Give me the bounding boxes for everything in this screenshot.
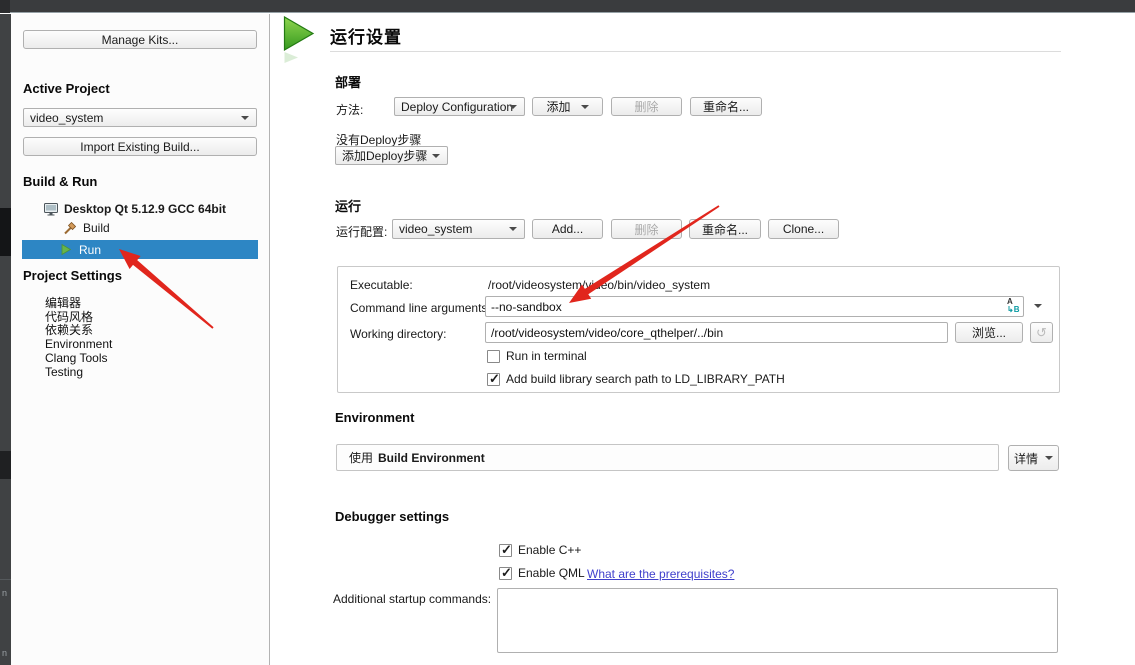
enable-cpp-checkbox[interactable]	[499, 544, 512, 557]
mode-button-secondary[interactable]	[0, 451, 11, 479]
startup-commands-textarea[interactable]	[497, 588, 1058, 653]
project-settings-list: 编辑器代码风格依赖关系EnvironmentClang ToolsTesting	[45, 297, 112, 379]
top-bar-corner	[0, 0, 10, 13]
run-in-terminal-label: Run in terminal	[506, 349, 587, 363]
deploy-add-button[interactable]: 添加	[532, 97, 603, 116]
deploy-add-label: 添加	[546, 98, 570, 115]
strip-text-fragment: n	[2, 649, 7, 658]
chevron-down-icon	[241, 116, 249, 120]
chevron-down-icon	[581, 105, 589, 109]
reset-icon: ↺	[1036, 325, 1047, 341]
library-path-row: Add build library search path to LD_LIBR…	[487, 372, 785, 386]
startup-commands-label: Additional startup commands:	[333, 592, 491, 606]
browse-button[interactable]: 浏览...	[955, 322, 1023, 343]
window-top-bar	[0, 0, 1135, 13]
project-sidebar: Manage Kits... Active Project video_syst…	[11, 14, 270, 665]
deploy-rename-button[interactable]: 重命名...	[690, 97, 762, 116]
chevron-down-icon	[509, 227, 517, 231]
strip-divider	[0, 579, 11, 580]
debugger-section-header: Debugger settings	[335, 509, 449, 524]
enable-cpp-row: Enable C++	[499, 543, 581, 557]
play-icon	[61, 244, 71, 255]
active-mode-button[interactable]	[0, 208, 11, 256]
chevron-down-icon	[1045, 456, 1053, 460]
chevron-down-icon	[509, 105, 517, 109]
working-dir-input[interactable]	[485, 322, 948, 343]
environment-summary-bar: 使用 Build Environment	[336, 444, 999, 471]
run-item-label: Run	[79, 243, 101, 257]
sidebar-item-build[interactable]: Build	[63, 221, 110, 235]
sidebar-item-project-setting[interactable]: Clang Tools	[45, 352, 112, 366]
build-item-label: Build	[83, 221, 110, 235]
enable-qml-checkbox[interactable]	[499, 567, 512, 580]
manage-kits-button[interactable]: Manage Kits...	[23, 30, 257, 49]
library-path-label: Add build library search path to LD_LIBR…	[506, 372, 785, 386]
arguments-expand-icon[interactable]	[1034, 304, 1042, 308]
monitor-icon	[44, 203, 58, 216]
executable-value: /root/videosystem/video/bin/video_system	[488, 278, 710, 292]
strip-text-fragment: n	[2, 589, 7, 598]
active-project-header: Active Project	[23, 81, 110, 96]
deploy-delete-button[interactable]: 删除	[611, 97, 682, 116]
title-underline	[330, 51, 1061, 52]
kit-item-desktop-qt[interactable]: Desktop Qt 5.12.9 GCC 64bit	[44, 202, 226, 216]
library-path-checkbox[interactable]	[487, 373, 500, 386]
working-dir-label: Working directory:	[350, 327, 446, 341]
add-deploy-step-label: 添加Deploy步骤	[342, 147, 427, 164]
hammer-icon	[63, 222, 76, 235]
deploy-method-combo-value: Deploy Configuration	[401, 100, 513, 114]
active-project-combo-value: video_system	[30, 111, 103, 125]
run-rename-button[interactable]: 重命名...	[689, 219, 761, 239]
kit-name-label: Desktop Qt 5.12.9 GCC 64bit	[64, 202, 226, 216]
run-in-terminal-checkbox[interactable]	[487, 350, 500, 363]
deploy-section-header: 部署	[335, 72, 361, 91]
executable-label: Executable:	[350, 278, 413, 292]
environment-use-value: Build Environment	[378, 451, 485, 465]
enable-qml-row: Enable QML	[499, 566, 585, 580]
enable-cpp-label: Enable C++	[518, 543, 581, 557]
run-settings-panel: 运行设置 部署 方法: Deploy Configuration 添加 删除 重…	[271, 14, 1135, 665]
run-settings-play-icon	[283, 16, 317, 64]
run-config-groupbox: Executable: /root/videosystem/video/bin/…	[337, 266, 1060, 393]
run-config-combo[interactable]: video_system	[392, 219, 525, 239]
arguments-label: Command line arguments:	[350, 301, 491, 315]
chevron-down-icon	[432, 154, 440, 158]
sidebar-item-project-setting[interactable]: 依赖关系	[45, 324, 112, 338]
project-settings-header: Project Settings	[23, 268, 122, 283]
variables-icon[interactable]	[1006, 298, 1020, 314]
mode-selector-strip: n n	[0, 14, 11, 665]
sidebar-item-project-setting[interactable]: Environment	[45, 338, 112, 352]
run-section-header: 运行	[335, 196, 361, 215]
add-deploy-step-button[interactable]: 添加Deploy步骤	[335, 146, 448, 165]
details-label: 详情	[1014, 450, 1038, 467]
active-project-combo[interactable]: video_system	[23, 108, 257, 127]
run-in-terminal-row: Run in terminal	[487, 349, 587, 363]
sidebar-item-run-selected[interactable]: Run	[22, 240, 258, 259]
reset-working-dir-button[interactable]: ↺	[1030, 322, 1053, 343]
run-config-combo-value: video_system	[399, 222, 472, 236]
environment-details-button[interactable]: 详情	[1008, 445, 1059, 471]
environment-section-header: Environment	[335, 410, 414, 425]
prerequisites-link[interactable]: What are the prerequisites?	[587, 567, 734, 581]
build-and-run-header: Build & Run	[23, 174, 97, 189]
run-delete-button[interactable]: 删除	[611, 219, 682, 239]
import-existing-build-button[interactable]: Import Existing Build...	[23, 137, 257, 156]
deploy-method-combo[interactable]: Deploy Configuration	[394, 97, 525, 116]
sidebar-item-project-setting[interactable]: 编辑器	[45, 297, 112, 311]
page-title: 运行设置	[330, 23, 402, 48]
deploy-method-label: 方法:	[336, 101, 363, 118]
arguments-input[interactable]	[485, 296, 1024, 317]
run-config-label: 运行配置:	[336, 223, 387, 240]
run-add-button[interactable]: Add...	[532, 219, 603, 239]
sidebar-item-project-setting[interactable]: Testing	[45, 366, 112, 380]
enable-qml-label: Enable QML	[518, 566, 585, 580]
run-clone-button[interactable]: Clone...	[768, 219, 839, 239]
environment-use-prefix: 使用	[349, 449, 373, 466]
